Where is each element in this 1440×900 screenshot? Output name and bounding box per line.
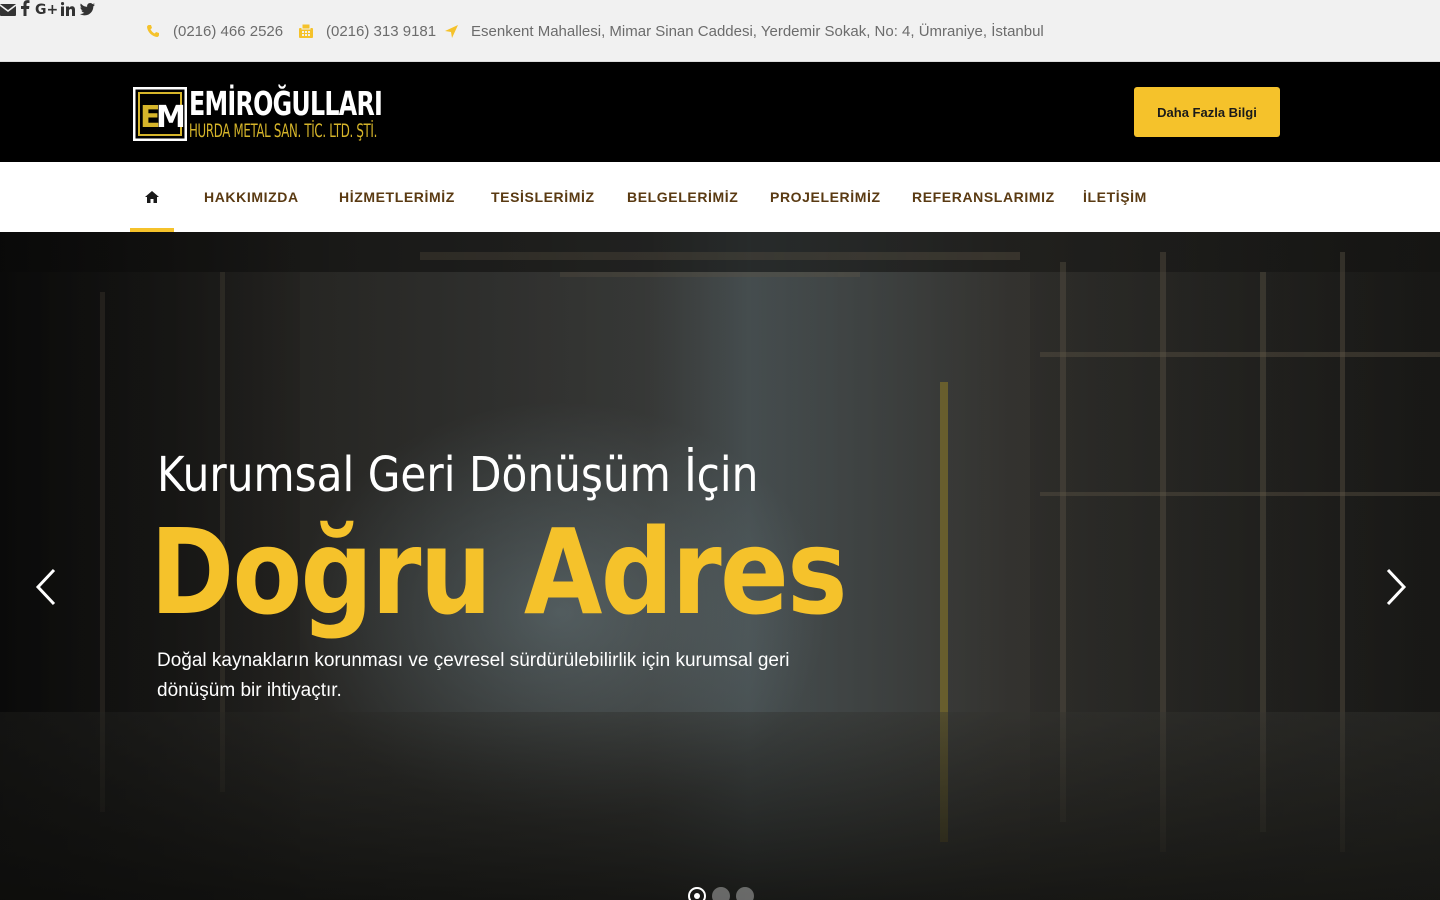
nav-item-iletisim[interactable]: İLETİŞİM	[1083, 162, 1147, 232]
top-info-bar: (0216) 466 2526 (0216) 313 9181 Esenkent…	[0, 0, 1440, 62]
hero-description: Doğal kaynakların korunması ve çevresel …	[157, 650, 790, 701]
nav-item-tesislerimiz[interactable]: TESİSLERİMİZ	[491, 162, 595, 232]
phone-info[interactable]: (0216) 466 2526	[145, 0, 283, 62]
company-logo[interactable]: E M EMİROĞULLARI HURDA METAL SAN. TİC. L…	[132, 86, 383, 142]
svg-text:M: M	[156, 100, 186, 135]
slider-pagination	[688, 887, 754, 900]
more-info-button[interactable]: Daha Fazla Bilgi	[1134, 87, 1280, 137]
address-text: Esenkent Mahallesi, Mimar Sinan Caddesi,…	[471, 22, 1044, 40]
location-arrow-icon	[443, 23, 459, 39]
nav-item-hakkimizda[interactable]: HAKKIMIZDA	[204, 162, 299, 232]
phone-number: (0216) 466 2526	[173, 22, 284, 40]
chevron-left-icon	[35, 568, 56, 606]
fax-number: (0216) 313 9181	[326, 22, 437, 40]
logo-mark-icon: E M	[132, 86, 188, 142]
slider-next-button[interactable]	[1380, 567, 1410, 607]
envelope-icon[interactable]	[0, 3, 20, 20]
logo-subtitle: HURDA METAL SAN. TİC. LTD. ŞTİ.	[189, 120, 378, 142]
nav-item-projelerimiz[interactable]: PROJELERİMİZ	[770, 162, 881, 232]
hero-title: Doğru Adres	[150, 503, 847, 641]
svg-text:G+: G+	[35, 2, 57, 16]
hero-subtitle: Kurumsal Geri Dönüşüm İçin	[157, 447, 759, 503]
nav-home[interactable]	[130, 162, 174, 232]
linkedin-icon[interactable]	[61, 2, 79, 20]
nav-item-hizmetlerimiz[interactable]: HİZMETLERİMİZ	[339, 162, 455, 232]
slider-dot[interactable]	[712, 887, 730, 900]
slider-dot[interactable]	[736, 887, 754, 900]
fax-icon	[298, 23, 314, 39]
main-navigation: HAKKIMIZDA HİZMETLERİMİZ TESİSLERİMİZ BE…	[0, 162, 1440, 232]
twitter-icon[interactable]	[79, 3, 95, 20]
site-header: E M EMİROĞULLARI HURDA METAL SAN. TİC. L…	[0, 62, 1440, 162]
chevron-right-icon	[1386, 568, 1407, 606]
facebook-icon[interactable]	[20, 0, 34, 20]
phone-icon	[145, 23, 161, 39]
nav-item-referanslarimiz[interactable]: REFERANSLARIMIZ	[912, 162, 1055, 232]
slider-prev-button[interactable]	[32, 567, 62, 607]
google-plus-icon[interactable]: G+	[35, 2, 61, 20]
nav-item-belgelerimiz[interactable]: BELGELERİMİZ	[627, 162, 738, 232]
logo-title: EMİROĞULLARI	[189, 84, 383, 123]
slider-dot[interactable]	[688, 887, 706, 900]
home-icon	[145, 191, 159, 203]
address-info[interactable]: Esenkent Mahallesi, Mimar Sinan Caddesi,…	[443, 0, 1044, 62]
fax-info[interactable]: (0216) 313 9181	[298, 0, 436, 62]
